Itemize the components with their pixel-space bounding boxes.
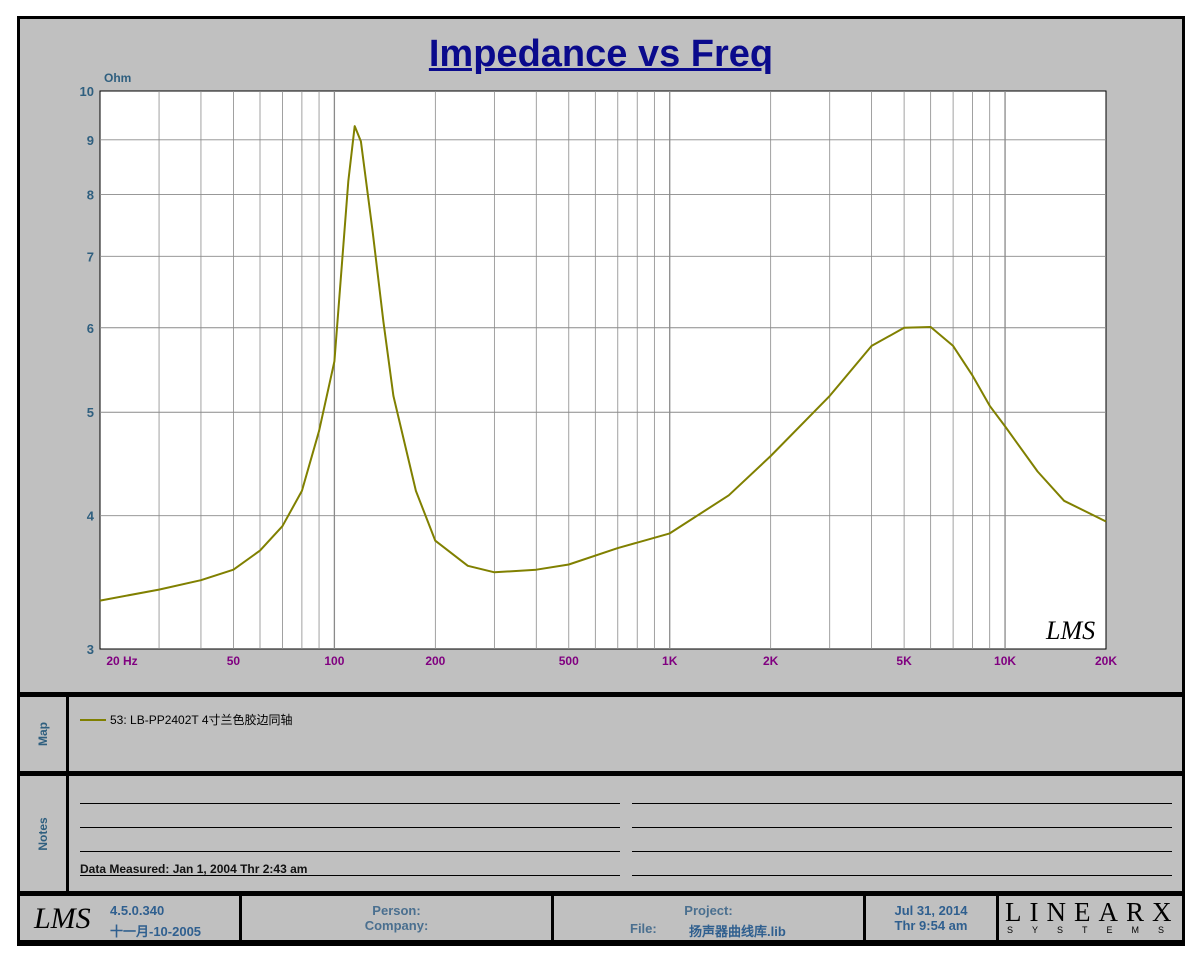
footer-date-cell: Jul 31, 2014 Thr 9:54 am: [866, 896, 996, 940]
logo-subtext: SYSTEMS: [1007, 925, 1184, 935]
company-label: Company:: [364, 918, 429, 933]
legend-label: 53: LB-PP2402T 4寸兰色胶边同轴: [110, 713, 293, 727]
file-name: 扬声器曲线库.lib: [689, 924, 786, 939]
x-tick-label: 200: [425, 654, 445, 668]
project-label: Project:: [684, 903, 733, 918]
legend-item: 53: LB-PP2402T 4寸兰色胶边同轴: [80, 711, 293, 728]
y-tick-label: 4: [87, 509, 95, 524]
x-tick-label: 2K: [763, 654, 779, 668]
report-frame: Impedance vs Freq 3 4 5 6 7 8 9 10 20 Hz 50 100 200…: [17, 16, 1185, 946]
legend-swatch: [80, 718, 106, 721]
notes-label: Notes: [36, 816, 50, 851]
y-tick-label: 6: [87, 321, 94, 336]
footer-person-cell: Person: Company:: [242, 896, 551, 940]
map-label: Map: [36, 722, 50, 746]
x-tick-label: 5K: [896, 654, 912, 668]
print-time: Thr 9:54 am: [894, 918, 968, 933]
build-date: 十一月-10-2005: [110, 924, 202, 939]
footer-project-cell: Project: File: 扬声器曲线库.lib: [554, 896, 863, 940]
y-tick-label: 9: [87, 133, 94, 148]
footer-version-cell: LMS 4.5.0.340 十一月-10-2005: [20, 896, 239, 940]
x-tick-label: 20K: [1095, 654, 1117, 668]
file-label: File:: [630, 921, 657, 936]
linearx-logo: LINEARX SYSTEMS: [999, 896, 1182, 940]
chart-panel: Impedance vs Freq 3 4 5 6 7 8 9 10 20 Hz 50 100 200…: [20, 19, 1182, 692]
y-tick-label: 3: [87, 642, 94, 657]
plot-area: [99, 90, 1107, 650]
print-date: Jul 31, 2014: [894, 903, 968, 918]
map-panel: Map 53: LB-PP2402T 4寸兰色胶边同轴: [20, 697, 1182, 771]
y-tick-label: 8: [87, 187, 94, 202]
lms-watermark: LMS: [1045, 616, 1095, 645]
person-label: Person:: [372, 903, 421, 918]
y-tick-label: 10: [80, 84, 94, 99]
y-tick-label: 7: [87, 249, 94, 264]
version: 4.5.0.340: [110, 903, 165, 918]
y-axis-label: Ohm: [104, 71, 131, 85]
notes-panel: Notes Data Measured: Jan 1, 2004 Thr 2:4…: [20, 776, 1182, 891]
logo-text: LINEARX: [1005, 897, 1180, 927]
y-tick-label: 5: [87, 405, 94, 420]
x-tick-label: 100: [324, 654, 344, 668]
lms-logo: LMS: [34, 902, 91, 935]
impedance-chart: 3 4 5 6 7 8 9 10 20 Hz 50 100 200 500 1K 2K 5K 10K 20K Ohm…: [80, 71, 1118, 668]
x-tick-label: 50: [227, 654, 241, 668]
x-tick-label: 500: [559, 654, 579, 668]
data-measured: Data Measured: Jan 1, 2004 Thr 2:43 am: [80, 862, 308, 876]
x-tick-label: 10K: [994, 654, 1016, 668]
x-tick-label: 20 Hz: [106, 654, 137, 668]
x-tick-label: 1K: [662, 654, 678, 668]
